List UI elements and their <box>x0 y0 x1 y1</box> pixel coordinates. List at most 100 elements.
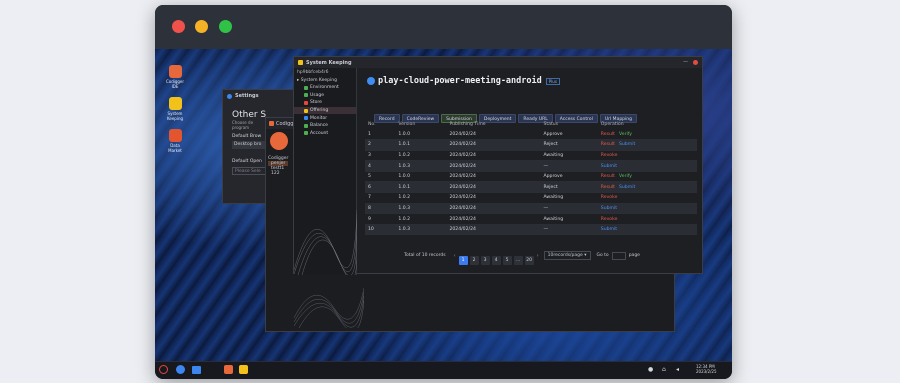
power-icon[interactable] <box>159 365 168 374</box>
cell-version: 1.0.0 <box>395 171 447 183</box>
monitor-icon <box>304 116 308 121</box>
page-button[interactable]: ... <box>513 256 523 265</box>
operation-revoke-link[interactable]: Revoke <box>601 217 618 222</box>
operation-verify-link[interactable]: Verify <box>619 174 632 179</box>
codigger-taskbar-icon[interactable] <box>224 365 233 374</box>
cell-status: Awaiting <box>540 213 598 225</box>
page-button[interactable]: 2 <box>469 256 479 265</box>
taskbar: ● ⌂ ◂ 12:34 PM 2023/2/25 <box>155 361 732 379</box>
cell-operation: Result Submit <box>597 181 697 194</box>
cell-no: 10 <box>365 224 396 236</box>
operation-submit-link[interactable]: Submit <box>601 206 617 211</box>
system-keeping-window: System Keeping — hp9bbfceb4r6 ▸ System K… <box>293 56 703 275</box>
open-select[interactable]: Please Sele <box>232 167 268 175</box>
cell-time: 2024/02/24 <box>446 213 541 225</box>
goto-input[interactable] <box>611 251 626 260</box>
cell-version: 1.0.3 <box>395 160 447 172</box>
clock: 12:34 PM 2023/2/25 <box>696 364 717 374</box>
clock-date: 2023/2/25 <box>696 369 717 374</box>
gear-icon[interactable] <box>176 365 185 374</box>
operation-revoke-link[interactable]: Revoke <box>601 195 618 200</box>
sidebar-item-offering[interactable]: Offering <box>294 106 356 115</box>
data-market-icon <box>168 129 182 142</box>
operation-result-link[interactable]: Result <box>601 185 615 190</box>
cell-operation: Revoke <box>597 192 697 204</box>
operation-submit-link[interactable]: Submit <box>619 185 635 190</box>
codigger-icon <box>269 121 274 126</box>
cell-operation: Result Verify <box>597 129 697 141</box>
page-button[interactable]: 20 <box>524 256 534 265</box>
notification-icon[interactable]: ● <box>648 366 653 373</box>
cell-status: Awaiting <box>540 192 598 204</box>
page-button[interactable]: 5 <box>502 256 512 265</box>
sk-title: System Keeping <box>306 59 352 66</box>
sk-root[interactable]: ▸ System Keeping <box>294 77 356 84</box>
sidebar-item-monitor[interactable]: Monitor <box>294 114 356 122</box>
table-row: 1 1.0.0 2024/02/24 Approve Result Verify <box>365 129 697 141</box>
page-button[interactable]: 4 <box>491 256 501 265</box>
cell-no: 1 <box>365 129 396 141</box>
sidebar-item-label: Balance <box>310 123 328 129</box>
sidebar-item-account[interactable]: Account <box>294 130 356 138</box>
operation-revoke-link[interactable]: Revoke <box>601 153 618 158</box>
desktop-icon-system-keeping[interactable]: System Keeping <box>165 97 185 121</box>
sk-wave-decoration <box>294 209 357 275</box>
sidebar-item-usage[interactable]: Usage <box>294 92 356 100</box>
goto-label: Go to <box>596 253 609 258</box>
cell-time: 2024/02/24 <box>446 192 541 204</box>
operation-submit-link[interactable]: Submit <box>601 227 617 232</box>
system-keeping-taskbar-icon[interactable] <box>239 365 248 374</box>
per-page-select[interactable]: 10records/page ▾ <box>543 251 591 260</box>
cell-version: 1.0.2 <box>395 150 447 162</box>
table-row: 6 1.0.1 2024/02/24 Reject Result Submit <box>365 181 697 194</box>
tree-item-122[interactable]: 122 <box>268 171 288 176</box>
browser-select[interactable]: Desktop bro <box>232 141 268 149</box>
cell-no: 7 <box>365 192 396 204</box>
minimize-dot[interactable] <box>195 20 208 33</box>
sidebar-item-balance[interactable]: Balance <box>294 122 356 130</box>
maximize-dot[interactable] <box>219 20 232 33</box>
close-icon[interactable] <box>693 60 698 65</box>
table-row: 10 1.0.3 2024/02/24— Submit <box>365 224 697 236</box>
volume-icon[interactable]: ◂ <box>676 366 679 373</box>
page-button[interactable]: 1 <box>458 256 468 265</box>
page-button[interactable]: 3 <box>480 256 490 265</box>
codigger-logo-icon <box>270 132 288 150</box>
cell-status: Reject <box>540 181 598 194</box>
desktop: Codigger IDE System Keeping Data Market … <box>155 49 732 361</box>
cell-operation: Result Verify <box>597 171 697 183</box>
operation-verify-link[interactable]: Verify <box>619 132 632 137</box>
table-header-row: No. Version Publishing Time Status Opera… <box>365 120 697 129</box>
next-page-icon[interactable]: › <box>537 253 539 259</box>
sidebar-item-store[interactable]: Store <box>294 99 356 107</box>
environment-icon <box>304 85 308 90</box>
table-row: 8 1.0.3 2024/02/24— Submit <box>365 203 697 215</box>
wifi-icon[interactable]: ⌂ <box>662 366 666 373</box>
operation-result-link[interactable]: Result <box>601 142 615 147</box>
cell-operation: Result Submit <box>597 139 697 151</box>
table-row: 2 1.0.1 2024/02/24 Reject Result Submit <box>365 139 697 151</box>
minimize-icon[interactable]: — <box>683 59 688 65</box>
sidebar-item-label: Account <box>310 130 329 136</box>
sidebar-item-environment[interactable]: Environment <box>294 84 356 92</box>
desktop-icon-data-market[interactable]: Data Market <box>165 129 185 153</box>
cell-status: — <box>540 224 598 236</box>
prev-page-icon[interactable]: ‹ <box>454 253 456 259</box>
operation-result-link[interactable]: Result <box>601 174 615 179</box>
desktop-icon-codigger-ide[interactable]: Codigger IDE <box>165 65 185 89</box>
codigger-ide-icon <box>168 65 182 78</box>
cell-time: 2024/02/24 <box>446 171 541 183</box>
sk-menu: Environment Usage Store Offering Monitor Bala… <box>294 84 356 137</box>
cell-no: 9 <box>365 213 396 225</box>
cell-operation: Submit <box>597 203 697 215</box>
operation-submit-link[interactable]: Submit <box>601 164 617 169</box>
folder-icon[interactable] <box>192 366 201 374</box>
project-badge: Plus <box>545 77 560 85</box>
close-dot[interactable] <box>172 20 185 33</box>
cell-no: 6 <box>365 181 396 194</box>
cell-time: 2024/02/24 <box>446 203 541 215</box>
cell-no: 5 <box>365 171 396 183</box>
operation-result-link[interactable]: Result <box>601 132 615 137</box>
col-header-status: Status <box>543 122 559 127</box>
operation-submit-link[interactable]: Submit <box>619 142 635 147</box>
